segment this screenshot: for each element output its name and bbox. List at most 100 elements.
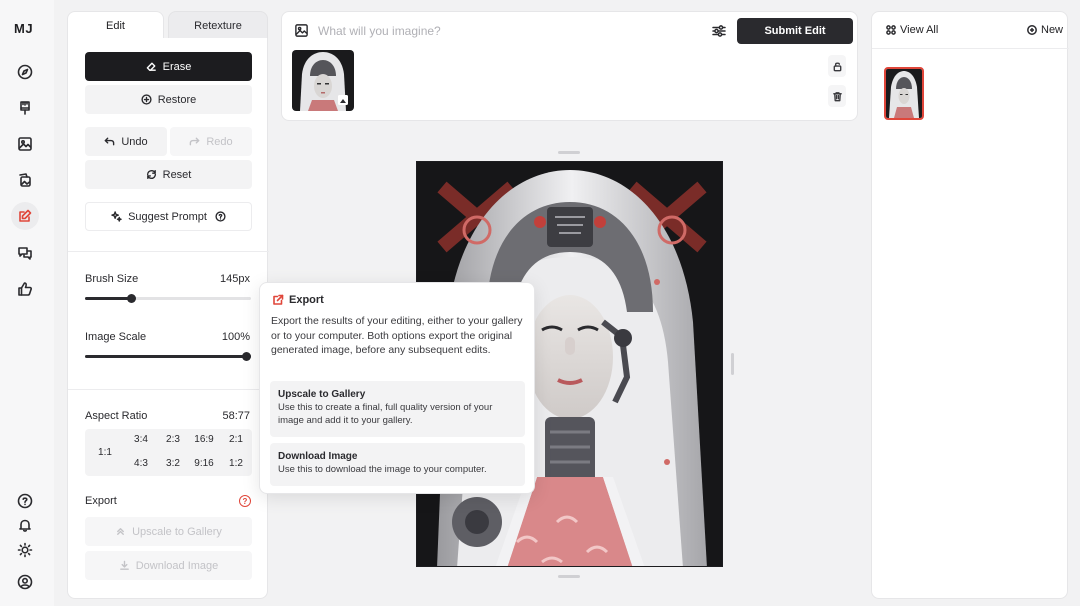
reference-image xyxy=(292,50,354,111)
brush-size-slider[interactable] xyxy=(85,294,251,303)
help-circle-icon[interactable] xyxy=(215,211,226,222)
image-scale-handle[interactable] xyxy=(242,352,251,361)
tab-retexture[interactable]: Retexture xyxy=(168,11,268,39)
submit-edit-button[interactable]: Submit Edit xyxy=(737,18,853,44)
tooltip-title: Export xyxy=(289,294,324,306)
reset-button[interactable]: Reset xyxy=(85,160,252,189)
sparkle-icon xyxy=(111,211,122,222)
upscale-icon xyxy=(117,528,124,535)
image-scale-label: Image Scale xyxy=(85,331,147,343)
ratio-2-1[interactable]: 2:1 xyxy=(222,434,250,445)
brush-icon[interactable] xyxy=(14,97,36,119)
history-header: View All New xyxy=(872,12,1069,49)
ratio-3-4[interactable]: 3:4 xyxy=(127,434,155,445)
reset-label: Reset xyxy=(162,168,192,181)
edit-icon[interactable] xyxy=(11,202,39,230)
erase-label: Erase xyxy=(162,60,192,73)
tab-edit[interactable]: Edit xyxy=(67,11,164,39)
thumbs-up-icon[interactable] xyxy=(14,278,36,300)
image-scale-value: 100% xyxy=(221,331,250,343)
ratio-4-3[interactable]: 4:3 xyxy=(127,458,155,469)
undo-button[interactable]: Undo xyxy=(85,127,167,156)
resize-handle-right[interactable] xyxy=(731,353,734,375)
edit-panel: Erase Restore Undo Redo Reset Suggest Pr… xyxy=(67,38,269,599)
ratio-16-9[interactable]: 16:9 xyxy=(190,434,218,445)
ratio-9-16[interactable]: 9:16 xyxy=(190,458,218,469)
image-scale-slider[interactable] xyxy=(85,352,251,361)
bell-icon[interactable] xyxy=(14,514,36,536)
redo-icon xyxy=(190,137,200,146)
view-all-button[interactable]: View All xyxy=(886,24,938,36)
undo-icon xyxy=(105,137,115,146)
brush-size-handle[interactable] xyxy=(127,294,136,303)
settings-sliders-icon[interactable] xyxy=(711,23,727,39)
brush-size-fill xyxy=(85,297,131,300)
erase-button[interactable]: Erase xyxy=(85,52,252,81)
tooltip-download-desc: Use this to download the image to your c… xyxy=(278,464,487,475)
tooltip-description: Export the results of your editing, eith… xyxy=(271,315,523,356)
grid-icon xyxy=(886,25,896,35)
tooltip-download-title: Download Image xyxy=(278,451,358,462)
image-prompt-icon[interactable] xyxy=(294,23,309,38)
new-button[interactable]: New xyxy=(1027,24,1063,36)
download-image-button[interactable]: Download Image xyxy=(85,551,252,580)
aspect-ratio-value: 58:77 xyxy=(222,410,250,422)
tooltip-upscale-title: Upscale to Gallery xyxy=(278,389,366,400)
eraser-icon xyxy=(146,62,156,71)
tooltip-download-card[interactable]: Download Image Use this to download the … xyxy=(270,443,525,486)
left-rail: MJ xyxy=(0,0,54,606)
plus-circle-icon xyxy=(1027,25,1037,35)
brush-size-label: Brush Size xyxy=(85,273,139,285)
download-label: Download Image xyxy=(135,559,219,572)
app-logo[interactable]: MJ xyxy=(14,21,33,36)
export-help-icon[interactable]: ? xyxy=(239,495,251,507)
undo-label: Undo xyxy=(121,135,148,148)
download-icon xyxy=(119,560,129,570)
tooltip-upscale-card[interactable]: Upscale to Gallery Use this to create a … xyxy=(270,381,525,437)
restore-label: Restore xyxy=(157,93,197,106)
suggest-prompt-label: Suggest Prompt xyxy=(128,210,207,223)
help-icon[interactable] xyxy=(14,490,36,512)
suggest-prompt-button[interactable]: Suggest Prompt xyxy=(85,202,252,231)
new-label: New xyxy=(1041,24,1064,36)
redo-button[interactable]: Redo xyxy=(170,127,252,156)
history-panel: View All New xyxy=(871,11,1069,599)
history-image xyxy=(886,69,922,118)
brush-size-value: 145px xyxy=(220,273,250,285)
ratio-3-2[interactable]: 3:2 xyxy=(159,458,187,469)
tooltip-upscale-desc: Use this to create a final, full quality… xyxy=(278,402,493,426)
plus-circle-icon xyxy=(141,94,152,105)
upscale-to-gallery-button[interactable]: Upscale to Gallery xyxy=(85,517,252,546)
divider xyxy=(68,389,269,390)
history-thumbnail[interactable] xyxy=(884,67,924,120)
sun-icon[interactable] xyxy=(14,539,36,561)
resize-handle-bottom[interactable] xyxy=(558,575,580,578)
ratio-1-1[interactable]: 1:1 xyxy=(91,447,119,458)
compass-icon[interactable] xyxy=(14,61,36,83)
restore-button[interactable]: Restore xyxy=(85,85,252,114)
aspect-ratio-grid: 1:1 3:4 2:3 16:9 2:1 4:3 3:2 9:16 1:2 xyxy=(85,429,252,476)
resize-handle-top[interactable] xyxy=(558,151,580,154)
image-icon[interactable] xyxy=(14,133,36,155)
ratio-1-2[interactable]: 1:2 xyxy=(222,458,250,469)
prompt-input[interactable] xyxy=(318,22,698,40)
reference-image-thumbnail[interactable] xyxy=(292,50,354,111)
export-label: Export xyxy=(85,495,117,507)
image-scale-fill xyxy=(85,355,251,358)
external-link-icon xyxy=(272,294,284,306)
upscale-label: Upscale to Gallery xyxy=(132,525,222,538)
view-all-label: View All xyxy=(900,24,939,36)
images-icon[interactable] xyxy=(14,169,36,191)
trash-icon[interactable] xyxy=(828,85,846,107)
ratio-2-3[interactable]: 2:3 xyxy=(159,434,187,445)
chat-icon[interactable] xyxy=(14,242,36,264)
user-icon[interactable] xyxy=(14,571,36,593)
divider xyxy=(68,251,269,252)
redo-label: Redo xyxy=(206,135,233,148)
export-tooltip: Export Export the results of your editin… xyxy=(259,282,535,494)
aspect-ratio-label: Aspect Ratio xyxy=(85,410,148,422)
editor-tabs: Edit Retexture xyxy=(67,11,268,39)
prompt-bar: Submit Edit xyxy=(281,11,858,121)
refresh-icon xyxy=(146,169,156,180)
unlock-icon[interactable] xyxy=(828,55,846,77)
